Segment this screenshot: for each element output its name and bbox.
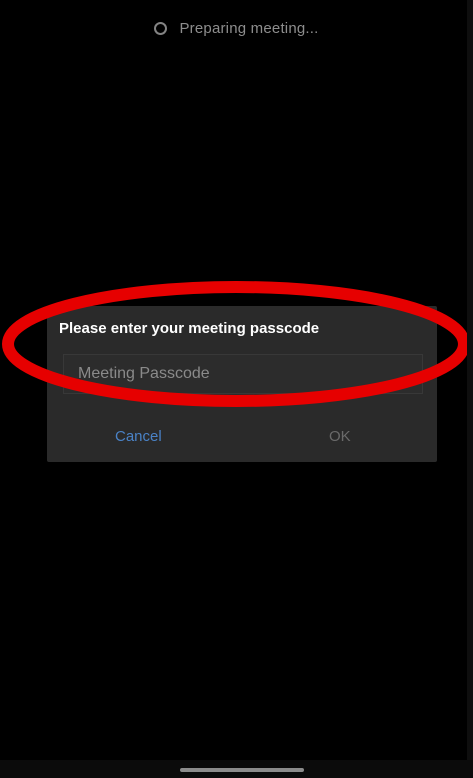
ok-button[interactable]: OK	[319, 424, 361, 449]
cancel-button[interactable]: Cancel	[105, 424, 172, 449]
dialog-title: Please enter your meeting passcode	[59, 320, 320, 337]
home-indicator[interactable]	[180, 768, 304, 772]
passcode-dialog: Please enter your meeting passcode Cance…	[47, 306, 437, 462]
status-bar: Preparing meeting...	[0, 14, 473, 42]
side-bezel	[467, 0, 473, 778]
spinner-icon	[154, 21, 168, 35]
status-text: Preparing meeting...	[179, 19, 319, 37]
passcode-input[interactable]	[63, 354, 423, 394]
meeting-screen: Preparing meeting... Please enter your m…	[0, 0, 473, 778]
